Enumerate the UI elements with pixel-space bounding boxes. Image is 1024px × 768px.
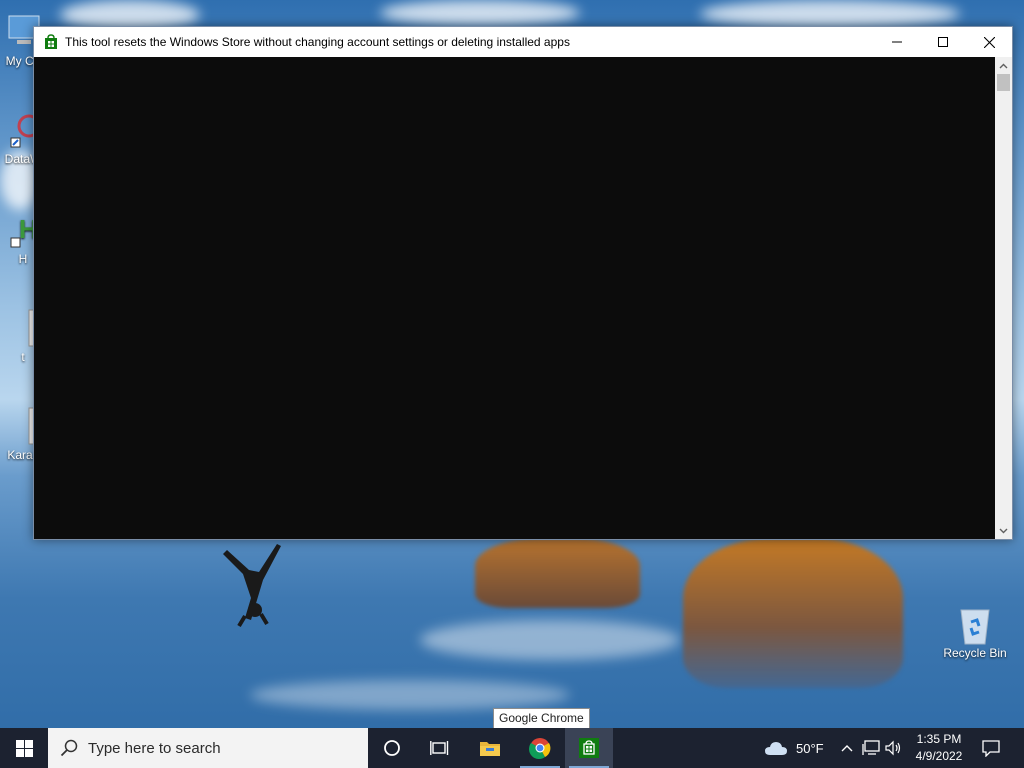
chrome-taskbar-button[interactable] <box>516 728 564 768</box>
wsreset-console-window[interactable]: This tool resets the Windows Store witho… <box>33 26 1013 540</box>
cortana-button[interactable] <box>368 728 416 768</box>
cortana-icon <box>384 740 400 756</box>
weather-temperature: 50°F <box>796 740 824 756</box>
file-explorer-button[interactable] <box>466 728 514 768</box>
clock-date: 4/9/2022 <box>915 749 963 763</box>
cloud-icon <box>765 742 787 755</box>
action-center-button[interactable] <box>982 728 1000 768</box>
maximize-button[interactable] <box>920 27 966 57</box>
windows-logo-icon <box>15 739 33 757</box>
recycle-bin-icon <box>955 604 995 645</box>
rock-reflection-left <box>475 538 640 608</box>
search-placeholder: Type here to search <box>88 739 221 757</box>
maximize-icon <box>938 37 948 47</box>
chevron-up-icon <box>841 745 853 752</box>
search-icon <box>60 739 78 757</box>
notification-icon <box>982 740 1000 757</box>
speaker-icon <box>885 740 901 756</box>
volume-button[interactable] <box>885 728 903 768</box>
desktop-icon-label: Recycle Bin <box>943 646 1007 660</box>
network-button[interactable] <box>862 728 880 768</box>
weather-widget[interactable]: 50°F <box>764 728 824 768</box>
store-reset-taskbar-button[interactable] <box>565 728 613 768</box>
rock-reflection-right <box>683 538 903 688</box>
windows-store-icon <box>579 738 599 758</box>
clock-time: 1:35 PM <box>916 732 962 746</box>
task-view-icon <box>430 741 449 755</box>
vertical-scrollbar[interactable] <box>995 57 1012 539</box>
network-icon <box>862 740 880 755</box>
taskbar-search-box[interactable]: Type here to search <box>48 728 368 768</box>
chrome-tooltip: Google Chrome <box>493 708 590 729</box>
scroll-down-button[interactable] <box>995 522 1012 539</box>
chevron-up-icon <box>999 63 1008 68</box>
close-button[interactable] <box>966 27 1012 57</box>
show-hidden-icons-button[interactable] <box>839 728 855 768</box>
windows-store-icon <box>45 34 57 49</box>
minimize-icon <box>892 41 902 43</box>
window-titlebar[interactable]: This tool resets the Windows Store witho… <box>34 27 1012 57</box>
taskbar: Type here to search 50°F 1:35 PM 4/9/202… <box>0 728 1024 768</box>
console-output[interactable] <box>34 57 995 539</box>
minimize-button[interactable] <box>874 27 920 57</box>
chrome-icon <box>529 738 551 759</box>
person-reflection <box>223 544 281 628</box>
folder-icon <box>480 742 500 756</box>
scrollbar-thumb[interactable] <box>997 74 1010 91</box>
start-button[interactable] <box>0 728 48 768</box>
task-view-button[interactable] <box>416 728 464 768</box>
desktop-icon-recycle-bin[interactable]: Recycle Bin <box>938 604 1012 660</box>
scroll-up-button[interactable] <box>995 57 1012 74</box>
taskbar-clock[interactable]: 1:35 PM 4/9/2022 <box>904 731 974 765</box>
close-icon <box>983 36 995 48</box>
chevron-down-icon <box>999 528 1008 533</box>
window-title: This tool resets the Windows Store witho… <box>65 35 570 49</box>
